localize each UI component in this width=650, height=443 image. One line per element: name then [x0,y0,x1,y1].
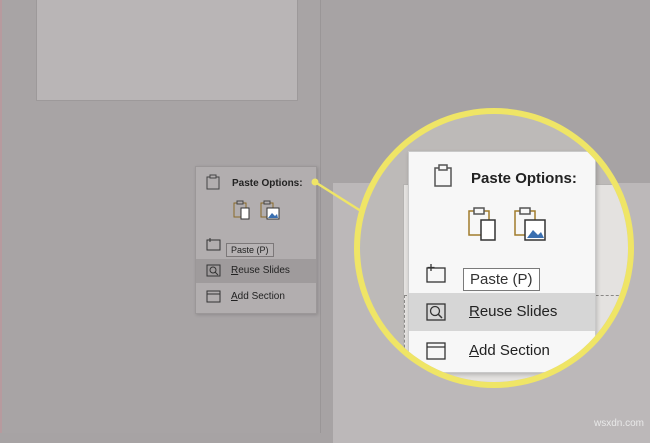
new-slide-icon [426,264,446,283]
slide-title-fragment: ade [616,307,628,343]
menu-item-reuse-slides[interactable]: Reuse Slides [409,293,595,331]
add-section-label: Add Section [469,342,550,359]
clipboard-icon [434,164,452,187]
paste-picture-icon[interactable] [513,206,547,242]
menu-item-add-section[interactable]: Add Section [409,332,595,370]
paste-options-header: Paste Options: [471,170,577,187]
magnified-context-menu: Paste Options: Paste (P) Reuse Slides Ad… [408,151,596,373]
paste-keep-source-icon[interactable] [467,206,499,242]
paste-tooltip: Paste (P) [463,268,540,291]
reuse-slides-icon [426,303,446,321]
reuse-slides-label: Reuse Slides [469,303,558,320]
add-section-icon [426,342,446,360]
magnifier-callout: ade o add subt Paste Options: Paste (P) [360,114,628,382]
watermark: wsxdn.com [593,418,644,429]
